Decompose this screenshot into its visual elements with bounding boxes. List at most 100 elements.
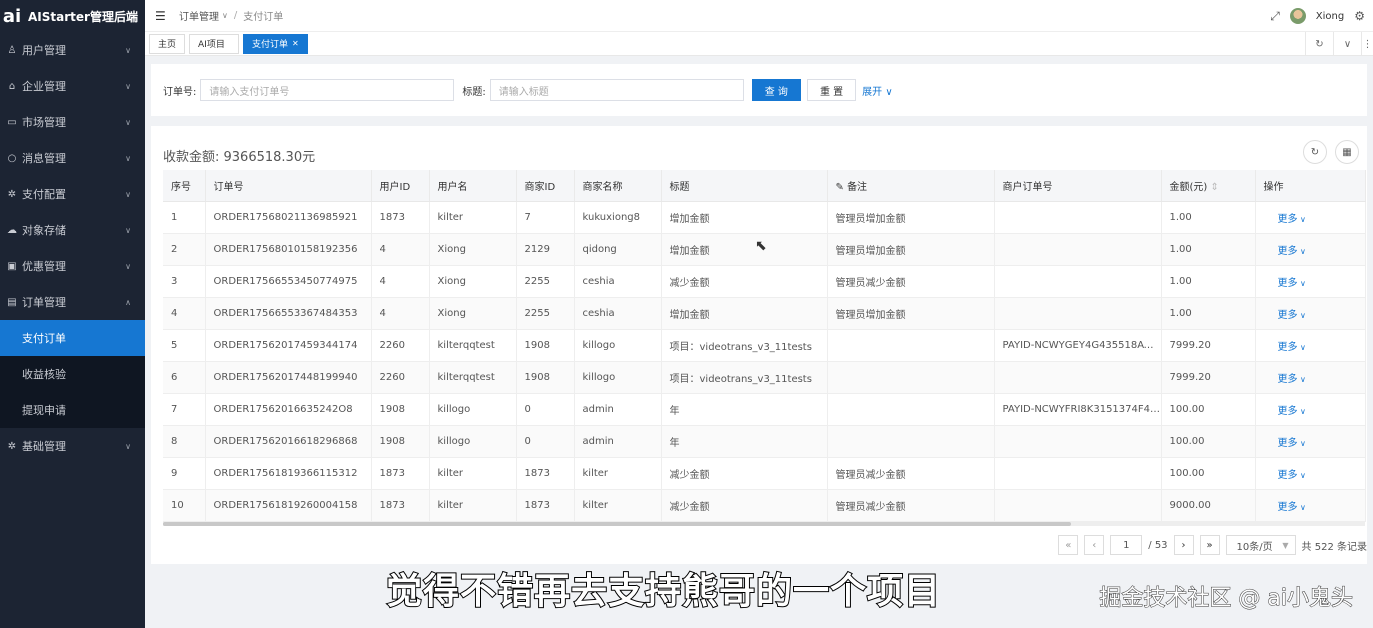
sidebar-item[interactable]: ▭ 市场管理 ∨ — [0, 104, 145, 140]
table-cell: 年 — [661, 425, 828, 458]
table-cell: kilter — [574, 457, 662, 490]
tab-payment-orders[interactable]: 支付订单 ✕ — [243, 33, 308, 54]
title-input[interactable]: 请输入标题 — [489, 79, 744, 101]
horizontal-scrollbar[interactable] — [163, 522, 1365, 526]
tab-label: 支付订单 — [252, 40, 289, 50]
table-cell: 管理员减少金额 — [827, 457, 995, 490]
more-label: 更多 — [1277, 213, 1298, 225]
more-actions-link[interactable]: 更多 ∨ — [1255, 425, 1366, 458]
avatar[interactable] — [1289, 8, 1306, 24]
tab-home[interactable]: 主页 — [149, 33, 186, 54]
tab-ai-project[interactable]: AI项目 — [189, 33, 240, 54]
more-label: 更多 — [1277, 405, 1298, 417]
fullscreen-icon[interactable]: ⤢ — [1270, 9, 1280, 24]
submenu-item[interactable]: 收益核验 — [0, 356, 145, 392]
table-row: 6 ORDER17562017448199940 2260 kilterqqtest 1… — [163, 361, 1366, 394]
tabs-bar: 主页 AI项目 支付订单 ✕ ↻ ∨ ⋮ — [145, 32, 1373, 56]
chevron-down-icon: ∨ — [885, 86, 893, 98]
table-cell — [994, 201, 1162, 234]
chevron-down-icon: ∨ — [125, 189, 131, 199]
refresh-icon[interactable]: ↻ — [1305, 32, 1333, 56]
chevron-down-icon: ∨ — [1297, 406, 1306, 416]
table-cell: qidong — [574, 233, 662, 266]
username[interactable]: Xiong — [1316, 11, 1344, 22]
column-header-label: 备注 — [847, 181, 868, 193]
submenu-item[interactable]: 提现申请 — [0, 392, 145, 428]
more-actions-link[interactable]: 更多 ∨ — [1255, 393, 1366, 426]
more-icon[interactable]: ⋮ — [1361, 32, 1373, 56]
expand-link[interactable]: 展开 ∨ — [862, 83, 893, 98]
sidebar-item[interactable]: ☁ 对象存储 ∨ — [0, 212, 145, 248]
column-header-label: 序号 — [171, 181, 191, 193]
sort-icon[interactable]: ⇕ — [1207, 182, 1218, 193]
tab-label: AI项目 — [198, 40, 225, 50]
query-button[interactable]: 查 询 — [751, 79, 801, 101]
table-cell: 2255 — [516, 297, 575, 330]
column-header-label: 商家ID — [524, 181, 556, 193]
table-cell: PAYID-NCWYFRI8K3151374F44... — [994, 393, 1162, 426]
table-cell: 7 — [516, 201, 575, 234]
table-cell: 项目：videotrans_v3_11tests — [661, 361, 828, 394]
menu-fold-icon[interactable]: ☰ — [155, 9, 167, 23]
sidebar-item[interactable]: ⌂ 企业管理 ∨ — [0, 68, 145, 104]
table-cell: 1.00 — [1161, 201, 1256, 234]
table-cell: ORDER17562016635242O8 — [205, 393, 372, 426]
more-actions-link[interactable]: 更多 ∨ — [1255, 457, 1366, 490]
order-number-input[interactable]: 请输入支付订单号 — [200, 79, 455, 101]
close-icon[interactable]: ✕ — [292, 39, 299, 48]
sidebar-item[interactable]: ♙ 用户管理 ∨ — [0, 32, 145, 68]
sidebar-item[interactable]: ✲ 基础管理 ∨ — [0, 428, 145, 464]
table-cell: 8 — [163, 425, 206, 458]
column-header: 操作 — [1255, 170, 1366, 202]
breadcrumb-parent[interactable]: 订单管理 — [179, 8, 219, 23]
user-icon: ♙ — [7, 44, 17, 56]
last-page-icon[interactable]: » — [1199, 535, 1220, 555]
more-actions-link[interactable]: 更多 ∨ — [1255, 489, 1366, 522]
table-cell: 5 — [163, 329, 206, 362]
reset-button[interactable]: 重 置 — [806, 79, 857, 101]
chevron-down-icon: ∨ — [1297, 214, 1306, 224]
more-actions-link[interactable]: 更多 ∨ — [1255, 297, 1366, 330]
tab-label: 主页 — [158, 40, 177, 50]
column-settings-icon[interactable]: ▦ — [1335, 140, 1359, 164]
order-number-label: 订单号: — [163, 86, 197, 98]
more-label: 更多 — [1277, 501, 1298, 513]
table-cell — [827, 361, 995, 394]
more-actions-link[interactable]: 更多 ∨ — [1255, 361, 1366, 394]
chevron-down-icon: ∨ — [125, 225, 131, 235]
app-logo[interactable]: ai AIStarter管理后端 — [0, 0, 145, 32]
coupon-icon: ▣ — [7, 260, 17, 272]
settings-icon[interactable]: ⚙ — [1354, 9, 1365, 23]
expand-label: 展开 — [862, 86, 883, 98]
scrollbar-thumb[interactable] — [163, 522, 1071, 526]
message-icon: ○ — [7, 152, 17, 164]
table-cell: 4 — [371, 265, 430, 298]
table-cell: 增加金额 — [661, 297, 828, 330]
first-page-icon[interactable]: « — [1058, 535, 1079, 555]
table-cell: 4 — [163, 297, 206, 330]
refresh-icon[interactable]: ↻ — [1303, 140, 1327, 164]
table-header-row: 序号 订单号 用户ID 用户名 商家ID 商家名称 标题 ✎ 备注 商户订单号 金额(元) ⇕ 操作 — [163, 170, 1366, 202]
sidebar-item[interactable]: ▣ 优惠管理 ∨ — [0, 248, 145, 284]
gear-icon: ✲ — [7, 188, 17, 200]
sidebar-item[interactable]: ▤ 订单管理 ∧ — [0, 284, 145, 320]
table-cell — [994, 489, 1162, 522]
submenu-item[interactable]: 支付订单 — [0, 320, 145, 356]
page-size-select[interactable]: 10条/页 ▼ — [1225, 535, 1296, 555]
sidebar-item[interactable]: ✲ 支付配置 ∨ — [0, 176, 145, 212]
table-cell: ORDER17566553450774975 — [205, 265, 372, 298]
sidebar-item[interactable]: ○ 消息管理 ∨ — [0, 140, 145, 176]
more-actions-link[interactable]: 更多 ∨ — [1255, 329, 1366, 362]
breadcrumb: 订单管理 ∨ / 支付订单 — [179, 8, 283, 23]
more-actions-link[interactable]: 更多 ∨ — [1255, 233, 1366, 266]
mouse-cursor-icon: ⬉ — [755, 238, 767, 254]
table-row: 9 ORDER17561819366115312 1873 kilter 1873 kil… — [163, 457, 1366, 490]
next-page-icon[interactable]: › — [1173, 535, 1194, 555]
folder-icon: ▭ — [7, 116, 17, 128]
table-cell: ORDER17568021136985921 — [205, 201, 372, 234]
more-actions-link[interactable]: 更多 ∨ — [1255, 201, 1366, 234]
chevron-down-icon[interactable]: ∨ — [1333, 32, 1361, 56]
more-actions-link[interactable]: 更多 ∨ — [1255, 265, 1366, 298]
prev-page-icon[interactable]: ‹ — [1084, 535, 1105, 555]
page-number-input[interactable]: 1 — [1110, 535, 1143, 555]
